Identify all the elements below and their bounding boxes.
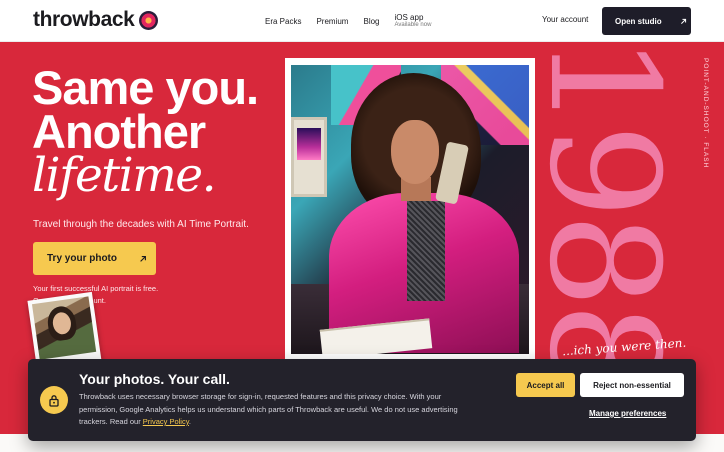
accept-all-button[interactable]: Accept all bbox=[516, 373, 575, 397]
portrait-monitor-screen bbox=[297, 128, 321, 160]
portrait-face bbox=[391, 120, 439, 184]
open-studio-button[interactable]: Open studio bbox=[602, 7, 691, 35]
nav-ios-app[interactable]: iOS app Available now bbox=[395, 13, 432, 30]
portrait-computer-monitor bbox=[291, 117, 327, 197]
sample-selfie-image bbox=[31, 296, 97, 360]
cookie-description: Throwback uses necessary browser storage… bbox=[79, 391, 459, 429]
free-note-line-1: Your first successful AI portrait is fre… bbox=[33, 284, 159, 293]
lock-icon bbox=[49, 394, 59, 407]
top-navigation-bar: throwback Era Packs Premium Blog iOS app… bbox=[0, 0, 724, 42]
decade-year-text: 1988 bbox=[538, 44, 670, 362]
cookie-body-end: . bbox=[188, 417, 191, 426]
arrow-up-right-icon bbox=[140, 255, 146, 262]
cookie-consent-banner: Your photos. Your call. Throwback uses n… bbox=[28, 359, 696, 441]
nav-blog[interactable]: Blog bbox=[363, 17, 379, 26]
cookie-body-text: Throwback uses necessary browser storage… bbox=[79, 392, 458, 426]
open-studio-label: Open studio bbox=[615, 16, 662, 26]
try-your-photo-label: Try your photo bbox=[47, 253, 117, 264]
nav-ios-app-label: iOS app bbox=[394, 12, 424, 22]
manage-preferences-link[interactable]: Manage preferences bbox=[589, 409, 666, 418]
hero-title: Same you. Another lifetime. bbox=[32, 61, 259, 203]
nav-premium[interactable]: Premium bbox=[316, 17, 348, 26]
hero-subtitle: Travel through the decades with AI Time … bbox=[33, 219, 249, 230]
lock-icon-badge bbox=[40, 386, 68, 414]
your-account-link[interactable]: Your account bbox=[542, 15, 588, 24]
nav-era-packs[interactable]: Era Packs bbox=[265, 17, 301, 26]
era-portrait-image bbox=[291, 65, 529, 354]
decade-year-display: 1988 bbox=[538, 44, 670, 362]
main-nav: Era Packs Premium Blog iOS app Available… bbox=[265, 0, 431, 42]
privacy-policy-link[interactable]: Privacy Policy bbox=[143, 417, 189, 426]
brand-logo-link[interactable]: throwback bbox=[33, 8, 159, 32]
camera-lens-icon bbox=[139, 10, 159, 30]
reject-non-essential-button[interactable]: Reject non-essential bbox=[580, 373, 684, 397]
era-portrait-frame bbox=[285, 58, 535, 364]
try-your-photo-button[interactable]: Try your photo bbox=[33, 242, 156, 275]
nav-ios-app-sub: Available now bbox=[394, 22, 432, 29]
hero-title-line-1: Same you. bbox=[32, 61, 259, 114]
cookie-title: Your photos. Your call. bbox=[79, 371, 230, 387]
arrow-up-right-icon bbox=[680, 18, 686, 24]
hero-title-line-3: lifetime. bbox=[32, 148, 217, 203]
camera-style-label: POINT-AND-SHOOT · FLASH bbox=[702, 58, 709, 169]
portrait-sequin-top bbox=[407, 201, 445, 301]
brand-name: throwback bbox=[33, 8, 135, 31]
